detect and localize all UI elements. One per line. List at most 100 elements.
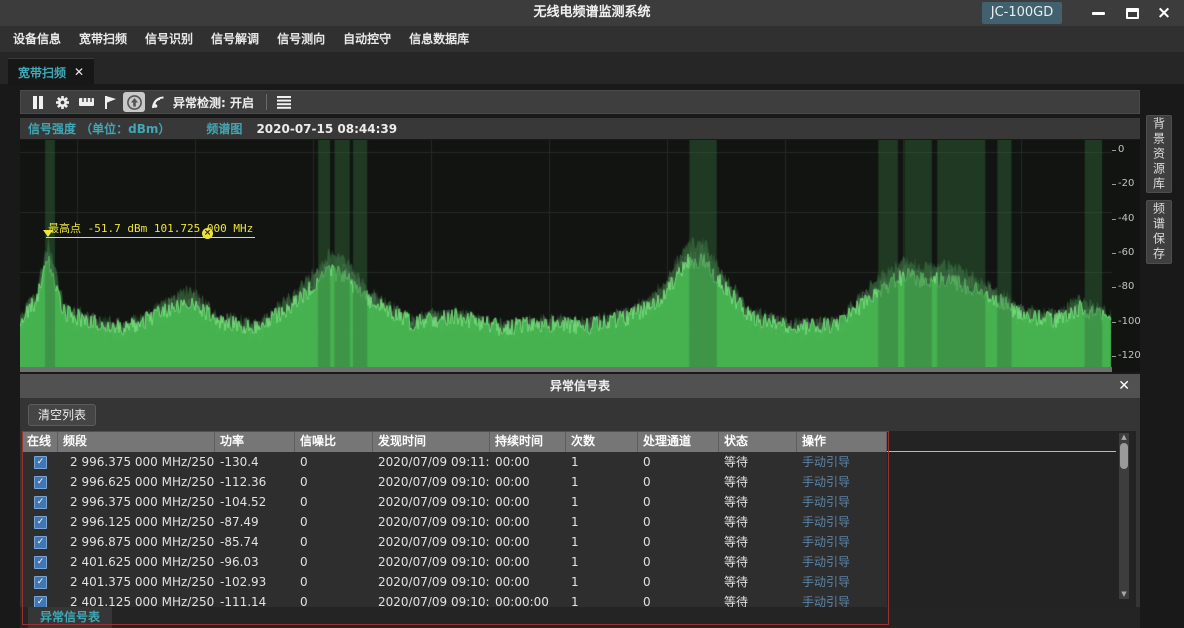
manual-guide-link[interactable]: 手动引导: [802, 535, 850, 549]
close-button[interactable]: ×: [1148, 0, 1180, 26]
anomaly-detection-toggle[interactable]: 异常检测: 开启: [173, 94, 254, 111]
device-model-button[interactable]: JC-100GD: [982, 2, 1062, 24]
online-checkbox[interactable]: ✓: [34, 496, 47, 509]
found-cell: 2020/07/09 09:10:55: [373, 472, 490, 492]
online-checkbox[interactable]: ✓: [34, 516, 47, 529]
online-checkbox[interactable]: ✓: [34, 536, 47, 549]
flag-button[interactable]: [99, 92, 121, 112]
found-cell: 2020/07/09 09:10:55: [373, 552, 490, 572]
column-header: 信噪比: [295, 431, 373, 452]
menu-item-6[interactable]: 自动控守: [334, 26, 400, 52]
table-row[interactable]: ✓2 401.625 000 MHz/250KHz-96.0302020/07/…: [22, 552, 887, 573]
snr-cell: 0: [295, 552, 373, 572]
clear-list-button[interactable]: 清空列表: [28, 404, 96, 426]
panel-header: 异常信号表 ✕: [20, 374, 1140, 398]
manual-guide-link[interactable]: 手动引导: [802, 475, 850, 489]
snr-cell: 0: [295, 512, 373, 532]
manual-guide-link[interactable]: 手动引导: [802, 495, 850, 509]
panel-close-button[interactable]: ✕: [1118, 377, 1130, 395]
action-cell: 手动引导: [797, 532, 887, 552]
channel-cell: 0: [638, 592, 719, 607]
y-tick-label: -40: [1118, 214, 1134, 224]
menu-item-5[interactable]: 信号测向: [268, 26, 334, 52]
table-row[interactable]: ✓2 996.375 000 MHz/250KHz-130.402020/07/…: [22, 452, 887, 473]
count-cell: 1: [566, 572, 638, 592]
manual-guide-link[interactable]: 手动引导: [802, 455, 850, 469]
record-button[interactable]: [123, 92, 145, 112]
action-cell: 手动引导: [797, 572, 887, 592]
menu-item-3[interactable]: 信号识别: [136, 26, 202, 52]
menu-item-4[interactable]: 信号解调: [202, 26, 268, 52]
flag-icon: [104, 95, 117, 109]
scroll-up-icon[interactable]: ▲: [1119, 433, 1129, 442]
table-row[interactable]: ✓2 401.125 000 MHz/250KHz-111.1402020/07…: [22, 592, 887, 607]
power-cell: -104.52: [215, 492, 295, 512]
manual-guide-link[interactable]: 手动引导: [802, 555, 850, 569]
online-checkbox[interactable]: ✓: [34, 476, 47, 489]
count-cell: 1: [566, 512, 638, 532]
freq-cell: 2 401.125 000 MHz/250KHz: [58, 592, 215, 607]
peak-marker-close-icon[interactable]: ×: [202, 228, 213, 239]
spectrum-canvas[interactable]: [20, 140, 1112, 372]
maximize-button[interactable]: [1116, 0, 1148, 26]
freq-cell: 2 996.125 000 MHz/250KHz: [58, 512, 215, 532]
power-cell: -112.36: [215, 472, 295, 492]
snr-cell: 0: [295, 572, 373, 592]
online-checkbox[interactable]: ✓: [34, 576, 47, 589]
action-cell: 手动引导: [797, 552, 887, 572]
spectrum-save-button[interactable]: 频谱保存: [1146, 200, 1172, 264]
ruler-button[interactable]: [75, 92, 97, 112]
bottom-tab-abnormal-signals[interactable]: 异常信号表: [28, 607, 112, 628]
online-checkbox[interactable]: ✓: [34, 556, 47, 569]
manual-guide-link[interactable]: 手动引导: [802, 595, 850, 607]
online-cell: ✓: [22, 472, 58, 492]
scrollbar-thumb[interactable]: [1120, 443, 1128, 469]
power-cell: -96.03: [215, 552, 295, 572]
online-cell: ✓: [22, 532, 58, 552]
table-vertical-scrollbar[interactable]: ▲ ▼: [1119, 433, 1129, 599]
menu-item-7[interactable]: 信息数据库: [400, 26, 478, 52]
table-header-row: 在线频段功率信噪比发现时间持续时间次数处理通道状态操作: [22, 431, 887, 452]
table-row[interactable]: ✓2 996.625 000 MHz/250KHz-112.3602020/07…: [22, 472, 887, 493]
channel-cell: 0: [638, 532, 719, 552]
manual-guide-link[interactable]: 手动引导: [802, 515, 850, 529]
pause-button[interactable]: [27, 92, 49, 112]
online-checkbox[interactable]: ✓: [34, 456, 47, 469]
status-cell: 等待: [719, 592, 797, 607]
antenna-button[interactable]: [147, 92, 169, 112]
tab-bar: 宽带扫频 ✕: [0, 52, 1184, 84]
chart-horizontal-scrollbar[interactable]: [20, 367, 1112, 372]
channel-cell: 0: [638, 572, 719, 592]
column-header: 在线: [22, 431, 58, 452]
chart-view-toggle[interactable]: 频谱图: [206, 120, 242, 137]
title-bar: 无线电频谱监测系统 JC-100GD ×: [0, 0, 1184, 26]
online-checkbox[interactable]: ✓: [34, 596, 47, 607]
menu-item-1[interactable]: 设备信息: [4, 26, 70, 52]
tab-close-icon[interactable]: ✕: [74, 65, 84, 79]
menu-item-2[interactable]: 宽带扫频: [70, 26, 136, 52]
status-cell: 等待: [719, 492, 797, 512]
settings-gear-icon: [55, 95, 70, 110]
y-tick-label: -60: [1118, 248, 1134, 258]
status-cell: 等待: [719, 472, 797, 492]
column-header: 功率: [215, 431, 295, 452]
menu-list-button[interactable]: [273, 92, 295, 112]
manual-guide-link[interactable]: 手动引导: [802, 575, 850, 589]
table-row[interactable]: ✓2 996.875 000 MHz/250KHz-85.7402020/07/…: [22, 532, 887, 553]
table-row[interactable]: ✓2 996.125 000 MHz/250KHz-87.4902020/07/…: [22, 512, 887, 533]
table-row[interactable]: ✓2 401.375 000 MHz/250KHz-102.9302020/07…: [22, 572, 887, 593]
tab-broadband-scan[interactable]: 宽带扫频 ✕: [8, 58, 94, 85]
y-tick-mark: [1112, 150, 1116, 151]
minimize-icon: [1092, 12, 1105, 15]
ruler-icon: [79, 97, 94, 107]
power-cell: -85.74: [215, 532, 295, 552]
table-row[interactable]: ✓2 996.375 000 MHz/250KHz-104.5202020/07…: [22, 492, 887, 513]
scroll-down-icon[interactable]: ▼: [1119, 590, 1129, 599]
y-tick-mark: [1112, 356, 1116, 357]
y-tick-mark: [1112, 287, 1116, 288]
y-tick-label: -20: [1118, 179, 1134, 189]
background-library-button[interactable]: 背景资源库: [1146, 115, 1172, 193]
settings-button[interactable]: [51, 92, 73, 112]
minimize-button[interactable]: [1082, 0, 1114, 26]
snr-cell: 0: [295, 472, 373, 492]
